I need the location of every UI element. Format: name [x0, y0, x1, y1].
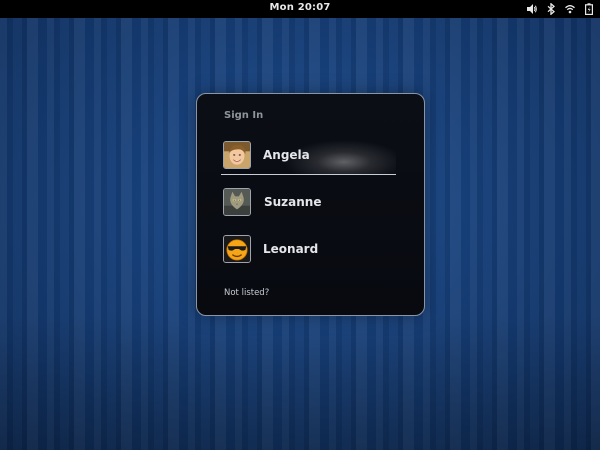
not-listed-link[interactable]: Not listed?	[224, 288, 269, 298]
user-item-leonard[interactable]: Leonard	[221, 234, 396, 268]
person-photo-avatar	[223, 141, 251, 169]
battery-icon[interactable]	[584, 3, 594, 15]
sign-in-dialog: Sign In Angela Suzanne Leonard Not liste…	[196, 93, 425, 316]
user-name: Leonard	[263, 242, 319, 256]
volume-icon[interactable]	[527, 3, 537, 15]
user-item-angela[interactable]: Angela	[221, 140, 396, 175]
status-area[interactable]	[527, 2, 594, 16]
clock[interactable]: Mon 20:07	[0, 2, 600, 13]
cat-avatar	[223, 188, 251, 216]
smiley-sunglasses-avatar	[223, 235, 251, 263]
bluetooth-icon[interactable]	[546, 3, 556, 15]
dialog-title: Sign In	[224, 110, 264, 121]
wifi-icon[interactable]	[565, 3, 575, 15]
user-name: Suzanne	[264, 195, 322, 209]
user-name: Angela	[263, 148, 310, 162]
user-item-suzanne[interactable]: Suzanne	[221, 187, 396, 221]
login-screen: Mon 20:07 Sign In Angela Suzanne Leonard…	[0, 0, 600, 450]
top-bar: Mon 20:07	[0, 0, 600, 18]
